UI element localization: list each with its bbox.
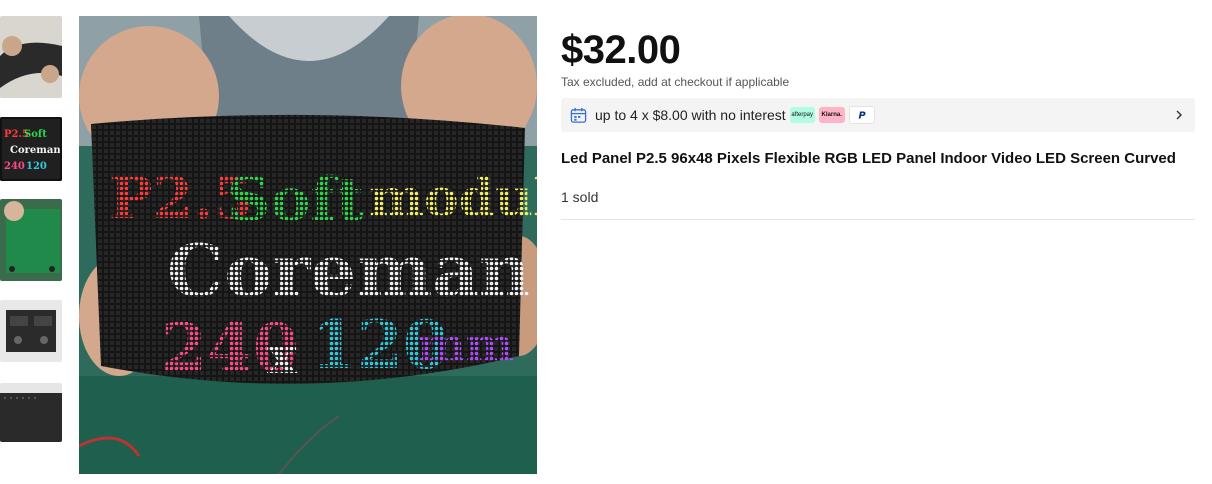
klarna-logo: Klarna.	[818, 107, 845, 123]
led-text-mm: mm	[417, 318, 514, 372]
thumbnail-image	[0, 300, 62, 362]
product-title: Led Panel P2.5 96x48 Pixels Flexible RGB…	[561, 150, 1176, 167]
price: $32.00	[561, 28, 681, 72]
thumbnail-4[interactable]	[0, 300, 62, 362]
thumbnail-1[interactable]	[0, 16, 62, 98]
svg-text:Coreman: Coreman	[10, 145, 61, 156]
installment-banner[interactable]: up to 4 x $8.00 with no interest afterpa…	[561, 98, 1195, 132]
tax-note: Tax excluded, add at checkout if applica…	[561, 75, 790, 89]
thumbnail-image	[0, 199, 62, 281]
led-text-module: module	[369, 168, 537, 229]
installment-text: up to 4 x $8.00 with no interest	[595, 107, 786, 123]
led-text-soft: Soft	[227, 165, 364, 235]
thumbnail-5[interactable]	[0, 383, 62, 442]
sold-count: 1 sold	[561, 189, 599, 205]
chevron-right-icon	[1176, 110, 1182, 120]
led-panel-photo: P2.5 Soft module Coreman 240 x 120 mm	[79, 16, 537, 474]
svg-text:Soft: Soft	[24, 129, 47, 140]
thumbnail-image: P2.5 Soft Coreman 240 120	[0, 117, 62, 181]
thumbnail-image	[0, 383, 62, 442]
led-text-x: x	[267, 326, 298, 385]
thumbnail-3[interactable]	[0, 199, 62, 281]
main-product-image[interactable]: P2.5 Soft module Coreman 240 x 120 mm	[79, 16, 537, 474]
paypal-icon: P	[858, 111, 866, 122]
paypal-logo: P	[848, 106, 875, 124]
thumbnail-image	[0, 16, 62, 98]
divider	[561, 219, 1195, 220]
svg-text:120: 120	[26, 161, 47, 172]
svg-text:P: P	[858, 111, 866, 122]
thumbnail-2[interactable]: P2.5 Soft Coreman 240 120	[0, 117, 62, 181]
product-info: $32.00 Tax excluded, add at checkout if …	[561, 26, 1195, 220]
led-text-coreman: Coreman	[167, 228, 531, 313]
svg-text:240: 240	[4, 161, 25, 172]
calendar-icon	[570, 107, 587, 123]
afterpay-logo: afterpay	[789, 107, 815, 123]
